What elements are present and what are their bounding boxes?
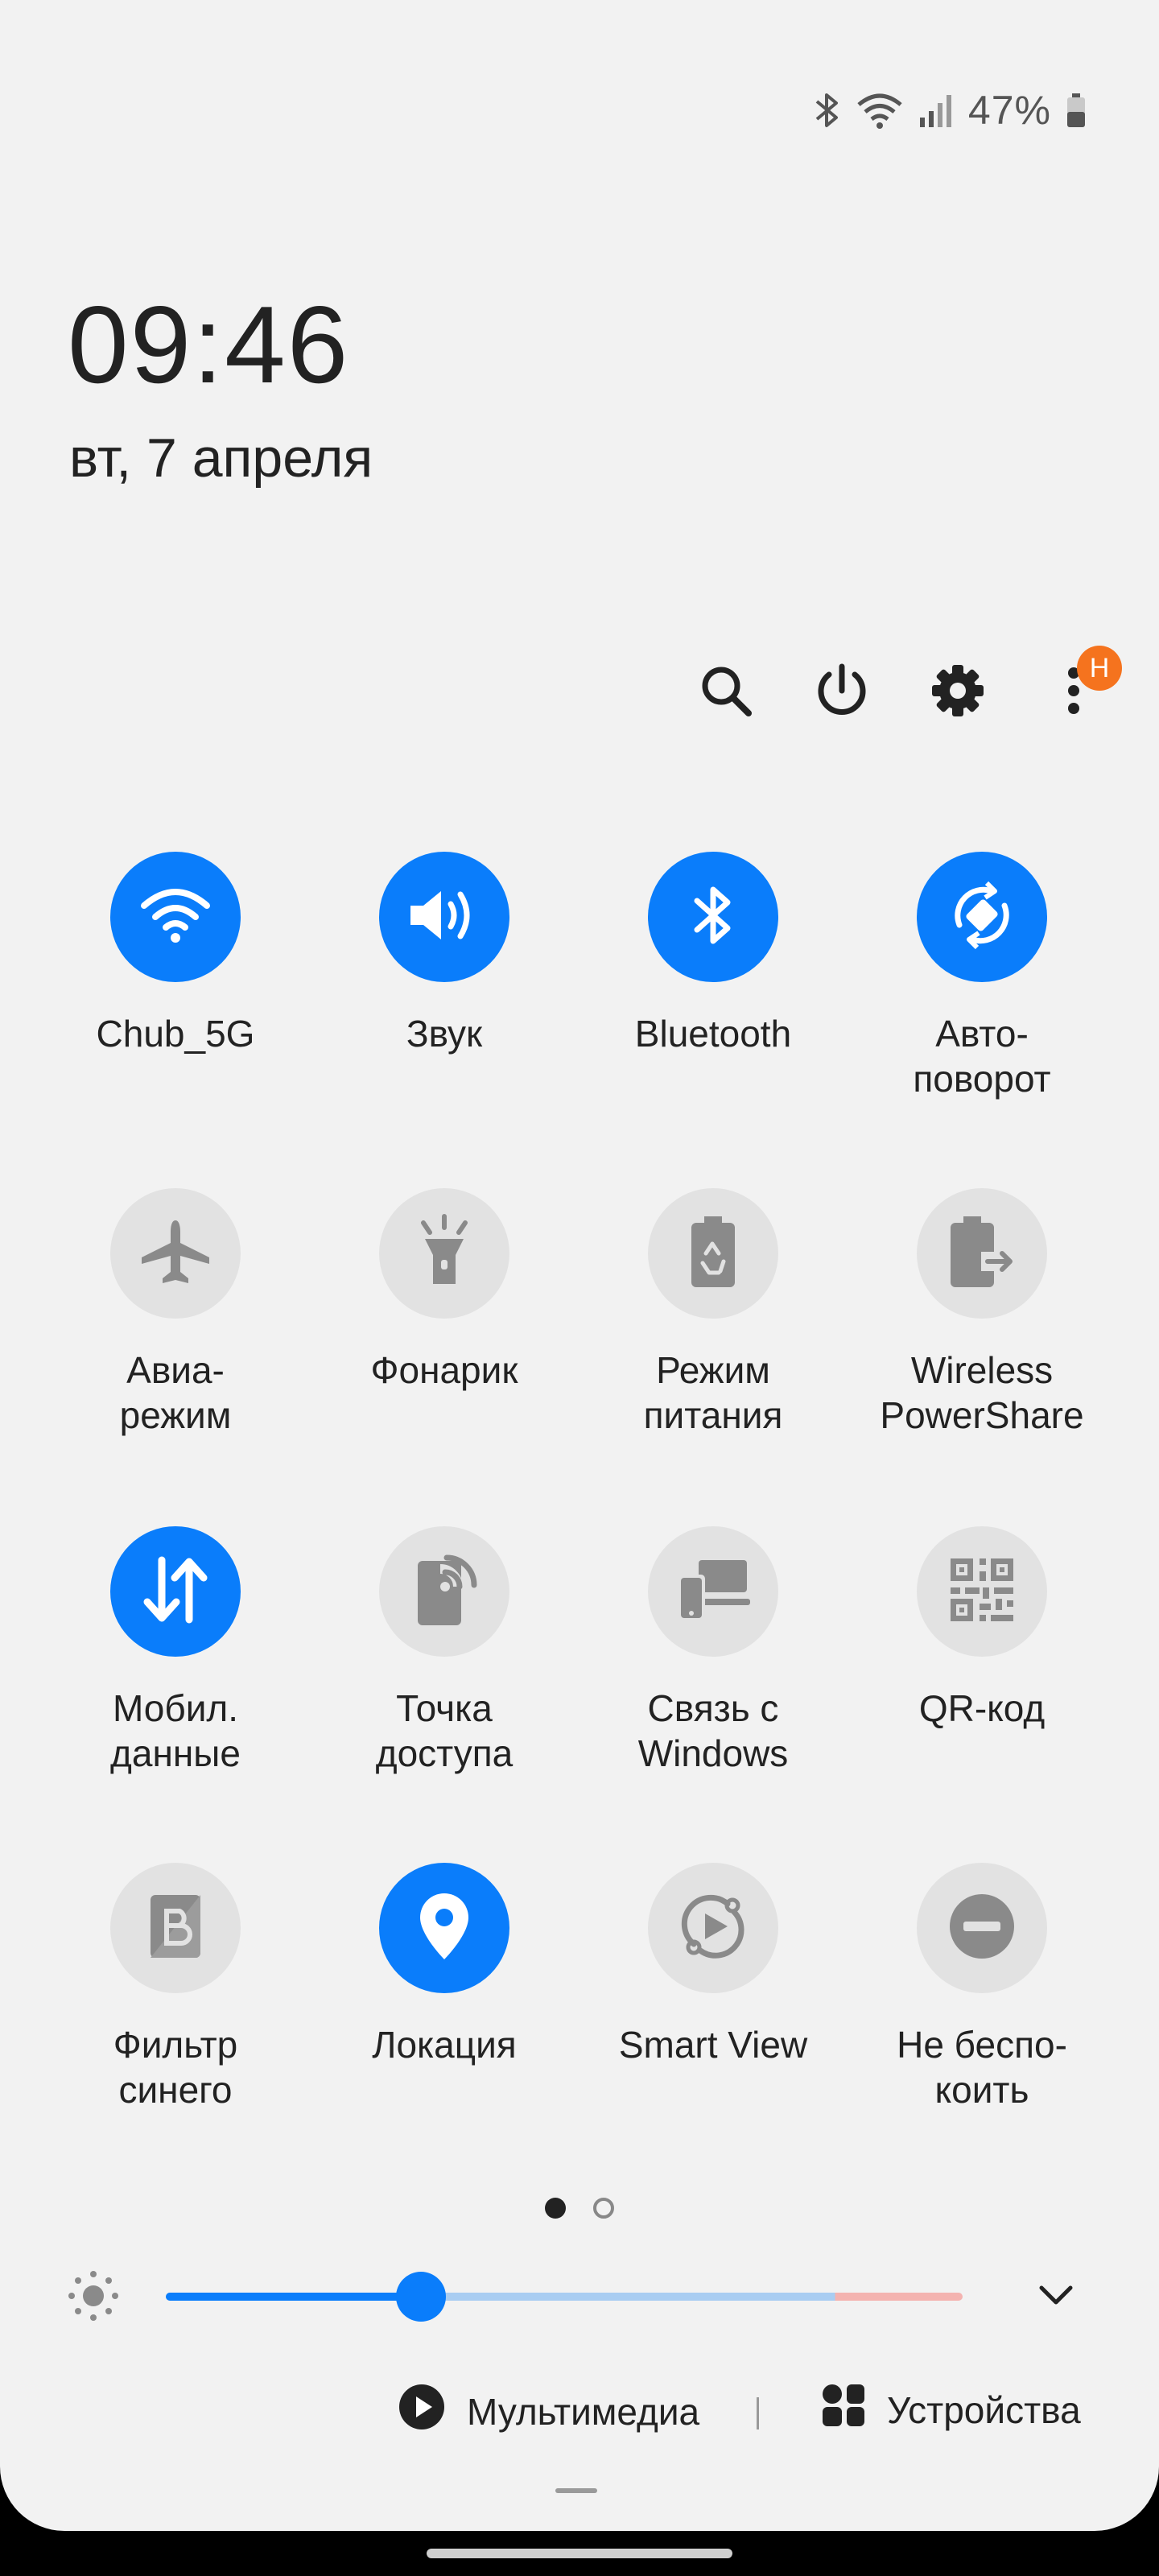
smart-view-icon xyxy=(674,1888,752,1969)
play-circle-icon xyxy=(398,2383,446,2440)
search-button[interactable] xyxy=(686,652,766,733)
tile-flashlight-button[interactable] xyxy=(379,1188,509,1319)
tile-wireless-powershare-button[interactable] xyxy=(917,1188,1047,1319)
search-icon xyxy=(697,662,755,724)
battery-icon xyxy=(1066,90,1087,130)
tile-bluetooth-button[interactable] xyxy=(648,852,778,982)
media-output-button[interactable]: Мультимедиа xyxy=(398,2383,699,2440)
airplane-icon xyxy=(137,1216,214,1292)
tile-airplane[interactable]: Авиа- режим xyxy=(41,1188,310,1438)
tile-label: QR-код xyxy=(918,1687,1046,1729)
tile-power-mode[interactable]: Режим питания xyxy=(579,1188,848,1438)
panel-drag-handle[interactable] xyxy=(555,2488,597,2493)
tile-label: Точка доступа xyxy=(375,1687,514,1774)
notification-badge: Н xyxy=(1077,646,1122,691)
tile-link-to-windows[interactable]: Связь с Windows xyxy=(579,1526,848,1776)
tile-label: Wireless PowerShare xyxy=(880,1349,1084,1436)
status-bar: 47% xyxy=(814,87,1087,134)
tile-power-mode-button[interactable] xyxy=(648,1188,778,1319)
tile-label: Звук xyxy=(406,1013,483,1055)
tile-label: Режим питания xyxy=(643,1349,783,1436)
clock-date[interactable]: вт, 7 апреля xyxy=(69,427,373,489)
tile-qr-code[interactable]: QR-код xyxy=(848,1526,1116,1731)
sound-icon xyxy=(406,883,483,952)
page-indicator xyxy=(0,2198,1159,2219)
tile-label: Авиа- режим xyxy=(119,1349,232,1436)
page-dot-active[interactable] xyxy=(545,2198,566,2219)
tile-wifi[interactable]: Chub_5G xyxy=(41,852,310,1056)
media-label: Мультимедиа xyxy=(467,2390,700,2433)
power-mode-icon xyxy=(685,1213,741,1294)
tile-flashlight[interactable]: Фонарик xyxy=(310,1188,579,1393)
location-icon xyxy=(416,1890,472,1967)
divider xyxy=(757,2397,759,2429)
tile-qr-code-button[interactable] xyxy=(917,1526,1047,1657)
tile-label: Smart View xyxy=(618,2024,808,2066)
tile-label: Bluetooth xyxy=(634,1013,792,1055)
qr-code-icon xyxy=(947,1555,1017,1629)
tile-do-not-disturb[interactable]: Не беспо- коить xyxy=(848,1863,1116,2112)
tile-sound[interactable]: Звук xyxy=(310,852,579,1056)
expand-chevron-down-icon[interactable] xyxy=(1035,2273,1077,2319)
hotspot-icon xyxy=(408,1551,481,1633)
tile-label: Связь с Windows xyxy=(637,1687,789,1774)
clock-time[interactable]: 09:46 xyxy=(68,282,349,407)
tile-blue-light-filter-button[interactable] xyxy=(110,1863,241,1993)
wifi-status-icon xyxy=(856,90,904,130)
tile-hotspot-button[interactable] xyxy=(379,1526,509,1657)
tile-do-not-disturb-button[interactable] xyxy=(917,1863,1047,1993)
auto-rotate-icon xyxy=(943,877,1021,958)
battery-percent: 47% xyxy=(967,88,1051,133)
tile-location-button[interactable] xyxy=(379,1863,509,1993)
bluetooth-icon xyxy=(689,881,737,953)
devices-grid-icon xyxy=(821,2383,866,2437)
brightness-control xyxy=(0,2262,1159,2326)
tile-label: Фильтр синего xyxy=(113,2024,238,2111)
page-dot[interactable] xyxy=(593,2198,614,2219)
power-icon xyxy=(813,662,871,724)
gesture-navigation-bar[interactable] xyxy=(427,2549,732,2558)
tile-mobile-data[interactable]: Мобил. данные xyxy=(41,1526,310,1776)
bluetooth-status-icon xyxy=(814,90,841,130)
brightness-fill xyxy=(166,2293,421,2301)
tile-bluetooth[interactable]: Bluetooth xyxy=(579,852,848,1056)
tile-label: Chub_5G xyxy=(96,1013,255,1055)
tile-hotspot[interactable]: Точка доступа xyxy=(310,1526,579,1776)
power-button[interactable] xyxy=(802,652,882,733)
tile-auto-rotate[interactable]: Авто- поворот xyxy=(848,852,1116,1101)
tile-wireless-powershare[interactable]: Wireless PowerShare xyxy=(848,1188,1116,1438)
signal-status-icon xyxy=(918,90,954,130)
tile-label: Не беспо- коить xyxy=(897,2024,1067,2111)
tile-auto-rotate-button[interactable] xyxy=(917,852,1047,982)
settings-button[interactable] xyxy=(918,652,998,733)
tile-link-to-windows-button[interactable] xyxy=(648,1526,778,1657)
quick-panel-actions: Н xyxy=(0,646,1159,733)
link-windows-icon xyxy=(674,1555,752,1629)
do-not-disturb-icon xyxy=(947,1892,1017,1965)
wifi-icon xyxy=(139,883,212,952)
tile-smart-view[interactable]: Smart View xyxy=(579,1863,848,2067)
gear-icon xyxy=(929,662,987,724)
tile-sound-button[interactable] xyxy=(379,852,509,982)
quick-panel: 47% 09:46 вт, 7 апреля Н Chub_5G Звук Bl… xyxy=(0,0,1159,2531)
powershare-icon xyxy=(946,1213,1018,1294)
tile-label: Авто- поворот xyxy=(913,1013,1051,1100)
tile-mobile-data-button[interactable] xyxy=(110,1526,241,1657)
tile-label: Мобил. данные xyxy=(110,1687,241,1774)
tile-location[interactable]: Локация xyxy=(310,1863,579,2067)
tile-smart-view-button[interactable] xyxy=(648,1863,778,1993)
tile-blue-light-filter[interactable]: Фильтр синего xyxy=(41,1863,310,2112)
brightness-slider-thumb[interactable] xyxy=(395,2272,446,2322)
flashlight-icon xyxy=(412,1213,476,1294)
tile-airplane-button[interactable] xyxy=(110,1188,241,1319)
blue-filter-icon xyxy=(147,1892,204,1965)
brightness-icon xyxy=(66,2268,121,2327)
tile-label: Локация xyxy=(372,2024,517,2066)
devices-button[interactable]: Устройства xyxy=(821,2383,1081,2437)
tile-label: Фонарик xyxy=(370,1349,518,1391)
devices-label: Устройства xyxy=(887,2388,1081,2431)
media-devices-row: Мультимедиа Устройства xyxy=(0,2383,1159,2447)
tile-wifi-button[interactable] xyxy=(110,852,241,982)
mobile-data-icon xyxy=(139,1554,212,1630)
